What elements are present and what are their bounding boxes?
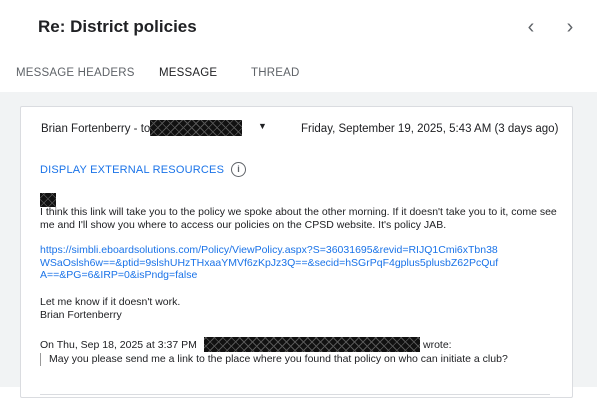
tab-bar: MESSAGE HEADERS MESSAGE THREAD	[0, 56, 597, 93]
message-date: Friday, September 19, 2025, 5:43 AM (3 d…	[301, 123, 559, 135]
info-icon[interactable]: i	[231, 162, 246, 177]
tab-thread[interactable]: THREAD	[251, 67, 299, 79]
message-pane: Brian Fortenberry - to ▼ Friday, Septemb…	[0, 92, 597, 398]
signature: Brian Fortenberry	[40, 308, 122, 321]
display-external-resources-button[interactable]: DISPLAY EXTERNAL RESOURCES	[40, 164, 224, 176]
chevron-left-icon[interactable]: ‹	[521, 16, 541, 38]
chevron-down-icon[interactable]: ▼	[258, 121, 267, 131]
redacted-original-sender	[204, 337, 420, 352]
tab-message[interactable]: MESSAGE	[159, 67, 217, 79]
chevron-right-icon[interactable]: ›	[560, 16, 580, 38]
quote-header: On Thu, Sep 18, 2025 at 3:37 PM	[40, 339, 197, 351]
closing-paragraph: Let me know if it doesn't work. Brian Fo…	[40, 296, 440, 321]
message-card: Brian Fortenberry - to ▼ Friday, Septemb…	[20, 106, 573, 398]
title-bar: Re: District policies ‹ ›	[0, 0, 597, 56]
body-paragraph: I think this link will take you to the p…	[40, 206, 557, 231]
redacted-image	[40, 193, 56, 207]
quoted-text: May you please send me a link to the pla…	[40, 353, 574, 366]
divider	[40, 394, 550, 395]
policy-link[interactable]: https://simbli.eboardsolutions.com/Polic…	[40, 244, 500, 282]
message-subject: Re: District policies	[38, 17, 197, 36]
tab-message-headers[interactable]: MESSAGE HEADERS	[16, 67, 135, 79]
closing-line: Let me know if it doesn't work.	[40, 296, 181, 308]
redacted-recipient	[150, 120, 242, 136]
sender-line: Brian Fortenberry - to	[41, 123, 151, 135]
quote-wrote: wrote:	[423, 339, 452, 351]
